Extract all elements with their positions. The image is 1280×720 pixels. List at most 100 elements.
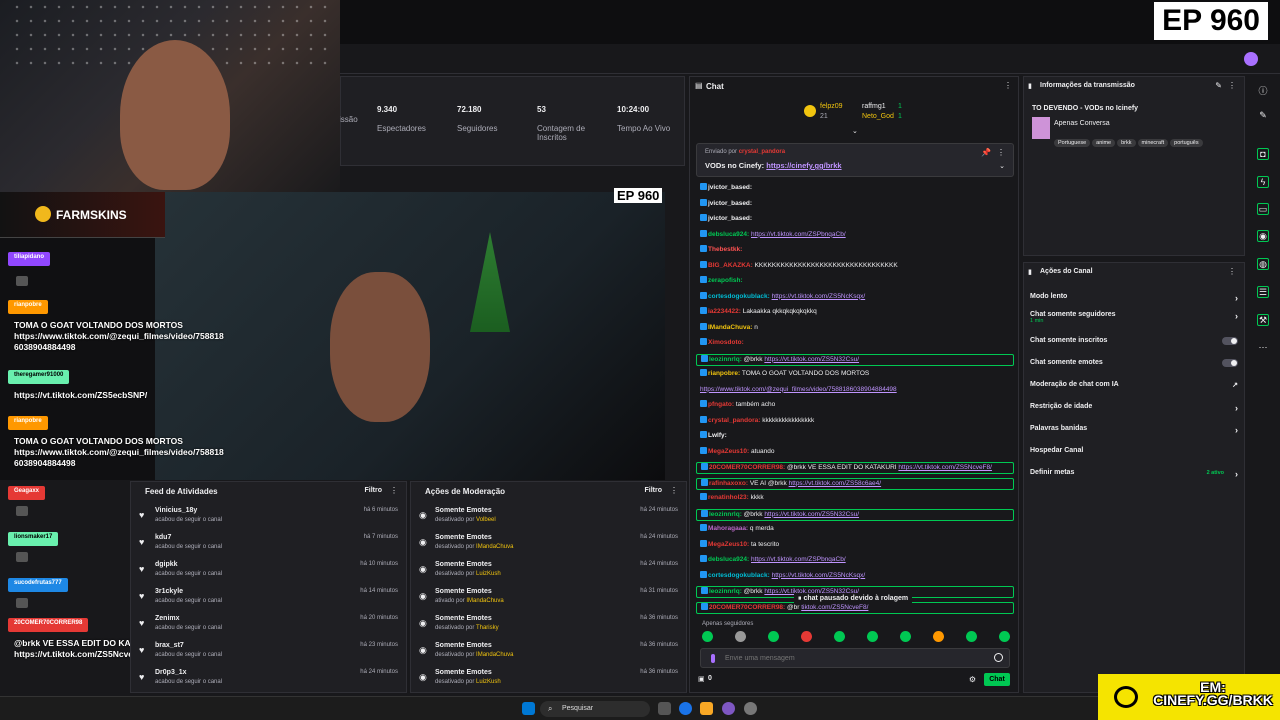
moderation-row[interactable]: ◉ Somente Emotes desativado por LuizKush há… [419, 668, 678, 694]
channel-action-item[interactable]: Restrição de idade › [1030, 403, 1238, 413]
share-icon[interactable]: ⋯ [1257, 342, 1269, 354]
chrome-icon[interactable] [679, 702, 692, 715]
more-options-icon[interactable]: ⋮ [1004, 81, 1012, 90]
chat-message[interactable]: MegaZeus10: atuando [700, 446, 1012, 456]
wrench-icon[interactable]: ⚒ [1257, 314, 1269, 326]
chat-message[interactable]: 20COMER70CORRER98: @brkk VE ESSA EDIT DO… [696, 462, 1014, 474]
chat-link[interactable]: https://www.tiktok.com/@zequi_filmes/vid… [700, 386, 897, 393]
chat-username[interactable]: Mahoragaaa: [708, 525, 748, 532]
chat-bubble-icon[interactable]: ◉ [1257, 230, 1269, 242]
emote-icon[interactable] [900, 631, 911, 642]
tag[interactable]: português [1170, 139, 1203, 147]
toggle-switch[interactable] [1222, 359, 1238, 367]
chat-username[interactable]: Thebestkk: [708, 246, 742, 253]
chat-message[interactable]: IMandaChuva: n [700, 322, 1012, 332]
emote-icon[interactable] [867, 631, 878, 642]
edit-icon[interactable]: ✎ [1215, 81, 1222, 90]
tag[interactable]: Portuguese [1054, 139, 1091, 147]
gear-icon[interactable]: ⚙ [969, 675, 976, 684]
chat-message[interactable]: pfngato: também acho [700, 400, 1012, 409]
avatar[interactable] [1244, 52, 1258, 66]
clipboard-icon[interactable]: ▭ [1257, 203, 1269, 215]
chat-username[interactable]: jvictor_based: [708, 184, 752, 191]
chat-username[interactable]: debsluca924: [708, 556, 749, 563]
chat-username[interactable]: leozinnrlq: [709, 356, 742, 363]
chat-message[interactable]: ia2234422: Lakaakka qkkqkqkqkqkkq [700, 307, 1012, 316]
chat-message[interactable]: Lwlfy: [700, 431, 1012, 440]
chat-username[interactable]: 20COMER70CORRER98: [709, 464, 785, 471]
chat-link[interactable]: https://vt.tiktok.com/ZSPbnqaCb/ [751, 231, 846, 238]
channel-action-item[interactable]: Hospedar Canal [1030, 447, 1238, 454]
activity-row[interactable]: ♥ Zenimx acabou de seguir o canal há 20 min… [139, 614, 398, 640]
chat-link[interactable]: https://vt.tiktok.com/ZS58c6ae4/ [789, 480, 882, 487]
chat-username[interactable]: BIG_AKAZKA: [708, 262, 753, 269]
chat-message[interactable]: jvictor_based: [700, 214, 1012, 223]
chat-username[interactable]: IMandaChuva: [708, 324, 752, 331]
chat-link[interactable]: tiktok.com/ZS5NcveF8/ [801, 604, 868, 611]
chat-username[interactable]: ia2234422: [708, 308, 741, 315]
channel-points-icon[interactable]: ▣ [698, 675, 705, 683]
emote-icon[interactable] [966, 631, 977, 642]
channel-action-item[interactable]: Definir metas › 2 ativo [1030, 469, 1238, 479]
activity-row[interactable]: ♥ brax_st7 acabou de seguir o canal há 23 m… [139, 641, 398, 667]
chat-message[interactable]: renatinhol23: kkkk [700, 493, 1012, 502]
taskbar-search[interactable]: ⌕ Pesquisar [540, 701, 650, 717]
chat-message[interactable]: cortesdogokublack: https://vt.tiktok.com… [700, 291, 1012, 301]
emote-icon[interactable] [801, 631, 812, 642]
chat-username[interactable]: jvictor_based: [708, 200, 752, 207]
chat-message[interactable]: rafinhaxoxo: VE AI @brkk https://vt.tikt… [696, 477, 1014, 490]
chat-message[interactable]: jvictor_based: [700, 183, 1012, 192]
moderation-row[interactable]: ◉ Somente Emotes desativado por LuizKush há… [419, 560, 678, 586]
chat-username[interactable]: pfngato: [708, 401, 734, 408]
chat-username[interactable]: Lwlfy: [708, 432, 727, 439]
chat-username[interactable]: cortesdogokublack: [708, 572, 770, 579]
microphone-icon[interactable] [711, 654, 715, 663]
more-options-icon[interactable]: ⋮ [390, 486, 398, 495]
file-explorer-icon[interactable] [700, 702, 713, 715]
more-options-icon[interactable]: ⋮ [670, 486, 678, 495]
emote-icon[interactable] [735, 631, 746, 642]
lightning-icon[interactable]: ϟ [1257, 176, 1269, 188]
list-icon[interactable]: ☰ [1257, 286, 1269, 298]
chat-username[interactable]: rianpobre: [708, 370, 740, 377]
activity-row[interactable]: ♥ kdu7 acabou de seguir o canal há 7 minuto… [139, 533, 398, 559]
chat-paused-notice[interactable]: ⏸ chat pausado devido à rolagem [794, 594, 913, 604]
chat-link[interactable]: https://vt.tiktok.com/ZS5NcveF8/ [898, 464, 992, 471]
chat-message[interactable]: Mahoragaaa: q merda [700, 524, 1012, 533]
chat-username[interactable]: renatinhol23: [708, 494, 749, 501]
task-view-icon[interactable] [658, 702, 671, 715]
chat-message[interactable]: debsluca924: https://vt.tiktok.com/ZSPbn… [700, 229, 1012, 239]
channel-action-item[interactable]: Chat somente inscritos [1030, 337, 1238, 345]
chat-username[interactable]: MegaZeus10: [708, 448, 749, 455]
chat-link[interactable]: https://vt.tiktok.com/ZS5N32Csu/ [764, 356, 859, 363]
pinned-link[interactable]: https://cinefy.gg/brkk [766, 161, 841, 170]
more-options-icon[interactable]: ⋮ [1228, 267, 1236, 276]
broadcast-icon[interactable]: ◍ [1257, 258, 1269, 270]
moderation-row[interactable]: ◉ Somente Emotes desativado por Tharisky há… [419, 614, 678, 640]
chat-link[interactable]: https://vt.tiktok.com/ZS5NcKsqx/ [772, 572, 866, 579]
chat-username[interactable]: leozinnrlq: [709, 511, 742, 518]
emote-icon[interactable] [768, 631, 779, 642]
chat-link[interactable]: https://vt.tiktok.com/ZSPbnqaCb/ [751, 556, 846, 563]
emote-icon[interactable] [834, 631, 845, 642]
chat-message[interactable]: https://www.tiktok.com/@zequi_filmes/vid… [700, 385, 1012, 394]
chat-username[interactable]: cortesdogokublack: [708, 293, 770, 300]
pencil-icon[interactable]: ✎ [1257, 110, 1269, 122]
emote-icon[interactable] [999, 631, 1010, 642]
chat-link[interactable]: https://vt.tiktok.com/ZS5NcKsqx/ [772, 293, 866, 300]
channel-action-item[interactable]: Chat somente seguidores › 1 min [1030, 311, 1238, 324]
chat-message[interactable]: leozinnrlq: @brkk https://vt.tiktok.com/… [696, 353, 1014, 366]
info-icon[interactable]: ⓘ [1257, 84, 1269, 96]
chat-username[interactable]: MegaZeus10: [708, 541, 749, 548]
filter-button[interactable]: Filtro [645, 487, 663, 494]
chat-message[interactable]: crystal_pandora: kkkkkkkkkkkkkkkk [700, 415, 1012, 425]
chat-message[interactable]: MegaZeus10: ta tescrito [700, 539, 1012, 549]
activity-row[interactable]: ♥ Vinicius_18y acabou de seguir o canal há … [139, 506, 398, 532]
moderation-row[interactable]: ◉ Somente Emotes desativado por IMandaChuv… [419, 641, 678, 667]
send-chat-button[interactable]: Chat [984, 673, 1010, 686]
chat-message[interactable]: jvictor_based: [700, 198, 1012, 208]
activity-row[interactable]: ♥ dgipkk acabou de seguir o canal há 10 min… [139, 560, 398, 586]
chat-username[interactable]: leozinnrlq: [709, 588, 742, 595]
emote-icon[interactable] [933, 631, 944, 642]
emoji-icon[interactable] [994, 653, 1003, 662]
